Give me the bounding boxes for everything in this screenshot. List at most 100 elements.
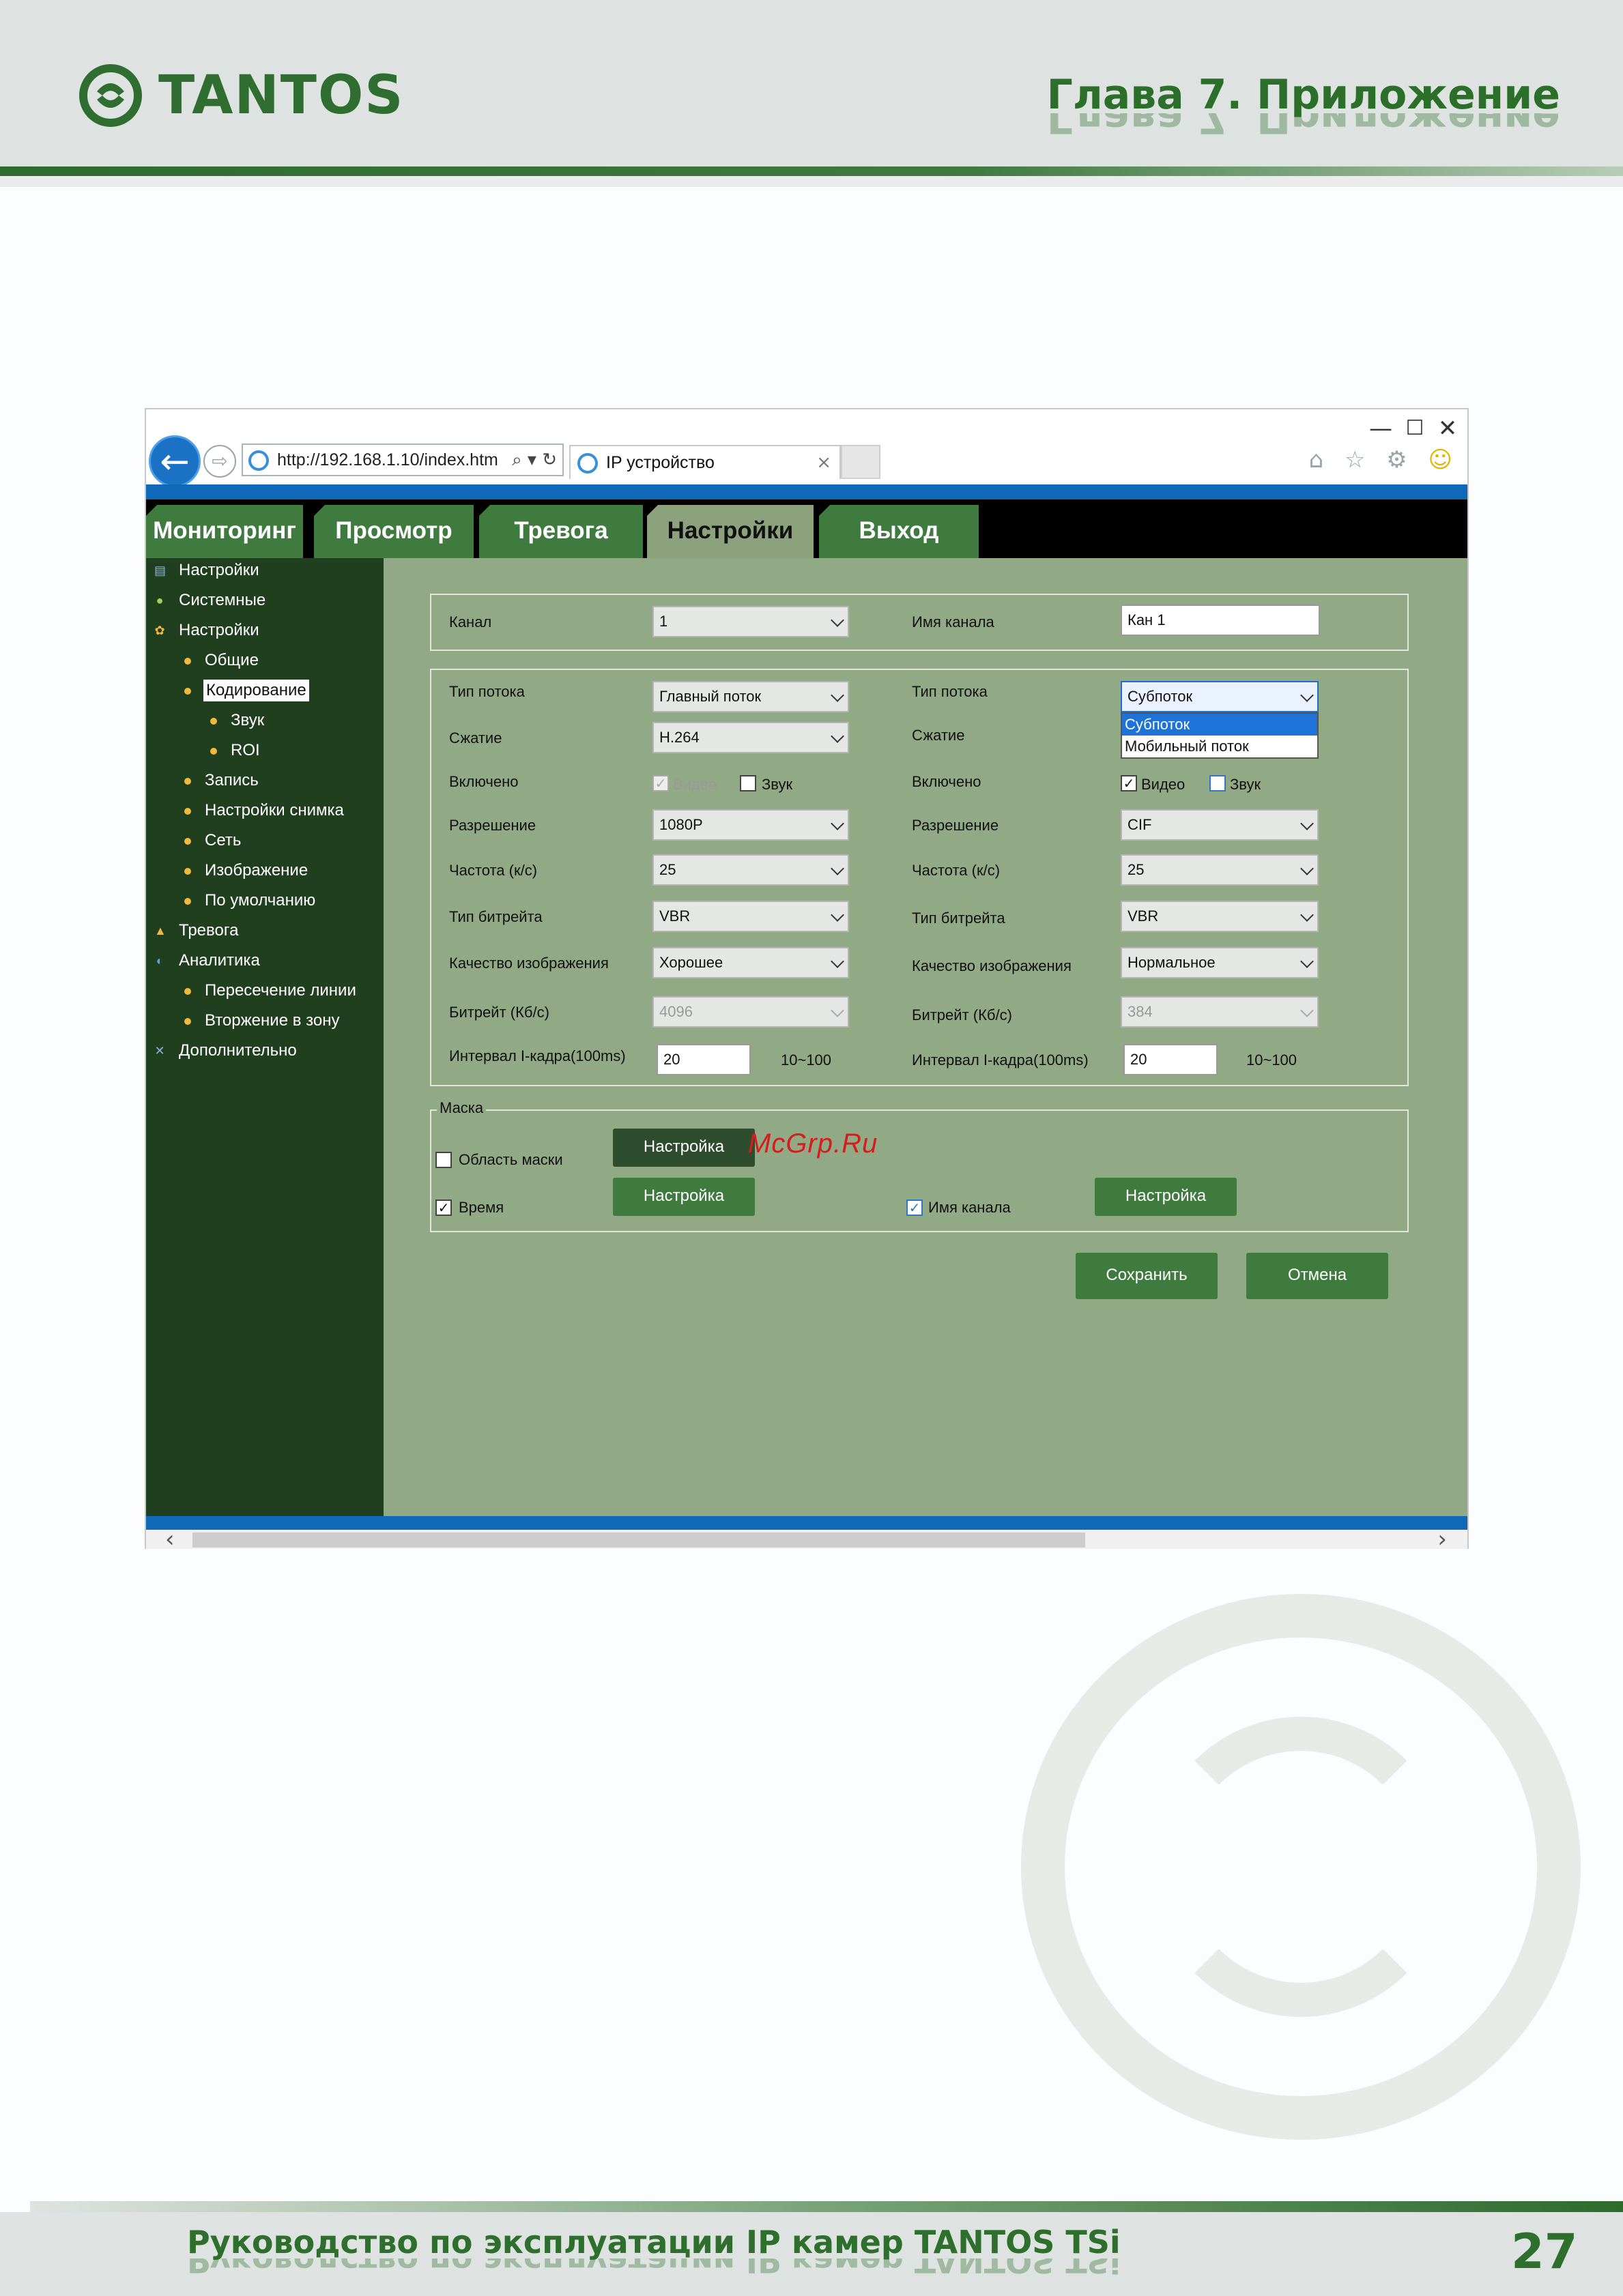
main-fps-select[interactable]: 25 xyxy=(652,854,849,886)
cancel-button[interactable]: Отмена xyxy=(1246,1253,1388,1299)
browser-tab[interactable]: IP устройство × xyxy=(569,445,841,479)
sidebar-item-settings[interactable]: Настройки xyxy=(179,620,259,641)
tantos-logo: TANTOS xyxy=(76,61,404,130)
main-bitrate-type-value: VBR xyxy=(659,907,691,925)
close-window-button[interactable]: ✕ xyxy=(1432,415,1463,442)
main-audio-checkbox[interactable] xyxy=(740,775,756,791)
ie-icon xyxy=(248,450,269,471)
channel-name-checkbox[interactable]: ✓ xyxy=(906,1200,923,1216)
dropdown-option-substream[interactable]: Субпоток xyxy=(1122,714,1317,736)
horizontal-scrollbar[interactable]: ‹ › xyxy=(146,1526,1467,1553)
bullet-icon xyxy=(184,1018,191,1025)
main-resolution-select[interactable]: 1080P xyxy=(652,809,849,841)
address-tools-icon[interactable]: ⌕ ▾ ↻ xyxy=(512,445,557,475)
sidebar-item-audio[interactable]: Звук xyxy=(231,710,264,731)
main-resolution-label: Разрешение xyxy=(449,817,536,834)
main-compression-label: Сжатие xyxy=(449,729,502,746)
scroll-left-icon[interactable]: ‹ xyxy=(165,1526,175,1553)
sub-quality-select[interactable]: Нормальное xyxy=(1121,947,1319,978)
smiley-icon[interactable]: ☺ xyxy=(1428,446,1459,474)
sub-iframe-input[interactable]: 20 xyxy=(1123,1044,1218,1075)
sidebar-item-defaults[interactable]: По умолчанию xyxy=(205,890,315,912)
tab-exit[interactable]: Выход xyxy=(819,505,979,558)
address-bar[interactable]: http://192.168.1.10/index.htm ⌕ ▾ ↻ xyxy=(242,444,564,476)
time-checkbox[interactable]: ✓ xyxy=(435,1200,452,1216)
settings-sidebar: ▤ Настройки ● Системные ✿ Настройки Общи… xyxy=(146,558,384,1516)
sidebar-item-network[interactable]: Сеть xyxy=(205,830,241,852)
minimize-button[interactable]: — xyxy=(1365,415,1396,442)
sub-resolution-label: Разрешение xyxy=(912,817,999,834)
sub-fps-select[interactable]: 25 xyxy=(1121,854,1319,886)
main-video-checkbox: ✓ xyxy=(652,775,669,791)
chevron-down-icon xyxy=(831,729,844,743)
sub-stream-type-select[interactable]: Субпоток xyxy=(1121,681,1319,712)
main-bitrate-type-select[interactable]: VBR xyxy=(652,901,849,932)
sub-compression-label: Сжатие xyxy=(912,727,965,744)
bullet-icon xyxy=(184,868,191,875)
maximize-button[interactable]: ☐ xyxy=(1399,415,1431,442)
sub-iframe-label: Интервал I-кадра(100ms) xyxy=(912,1051,1089,1069)
sidebar-item-image[interactable]: Изображение xyxy=(205,860,308,882)
sidebar-item-intrusion[interactable]: Вторжение в зону xyxy=(205,1010,339,1032)
footer-title: Руководство по эксплуатации IP камер TAN… xyxy=(187,2224,1121,2261)
channel-name-input[interactable]: Кан 1 xyxy=(1121,605,1320,636)
time-label: Время xyxy=(459,1199,504,1216)
sidebar-item-encoding[interactable]: Кодирование xyxy=(203,680,309,701)
chevron-down-icon xyxy=(1300,1004,1314,1017)
sidebar-item-line-crossing[interactable]: Пересечение линии xyxy=(205,980,356,1002)
sub-quality-value: Нормальное xyxy=(1128,954,1216,971)
tab-monitoring[interactable]: Мониторинг xyxy=(146,505,303,558)
time-setup-button[interactable]: Настройка xyxy=(613,1178,755,1216)
stream-type-dropdown: Субпоток Мобильный поток xyxy=(1121,712,1319,759)
tab-playback[interactable]: Просмотр xyxy=(314,505,474,558)
channel-select[interactable]: 1 xyxy=(652,606,849,637)
home-star-gear-icons[interactable]: ⌂ ☆ ⚙ xyxy=(1309,446,1414,474)
sidebar-item-analytics[interactable]: Аналитика xyxy=(179,950,260,972)
scrollbar-thumb[interactable] xyxy=(192,1532,1085,1547)
page-number: 27 xyxy=(1511,2224,1578,2280)
dropdown-option-mobile-stream[interactable]: Мобильный поток xyxy=(1122,736,1317,757)
save-button[interactable]: Сохранить xyxy=(1076,1253,1218,1299)
manual-page: TANTOS Глава 7. Приложение Глава 7. Прил… xyxy=(0,0,1623,2296)
sidebar-item-snapshot[interactable]: Настройки снимка xyxy=(205,800,344,822)
sub-stream-type-value: Субпоток xyxy=(1128,688,1193,705)
sidebar-item-general[interactable]: Общие xyxy=(205,650,259,671)
forward-button[interactable]: ⇨ xyxy=(203,445,236,478)
sidebar-item-roi[interactable]: ROI xyxy=(231,740,260,761)
main-iframe-input[interactable]: 20 xyxy=(657,1044,751,1075)
main-iframe-label: Интервал I-кадра(100ms) xyxy=(449,1047,626,1064)
tab-alarm[interactable]: Тревога xyxy=(479,505,643,558)
sidebar-item-alarm[interactable]: Тревога xyxy=(179,920,238,942)
main-quality-label: Качество изображения xyxy=(449,955,609,972)
sub-resolution-select[interactable]: CIF xyxy=(1121,809,1319,841)
main-compression-select[interactable]: H.264 xyxy=(652,722,849,753)
area-mask-checkbox[interactable] xyxy=(435,1152,452,1168)
new-tab-button[interactable] xyxy=(841,445,880,479)
sidebar-item-advanced[interactable]: Дополнительно xyxy=(179,1040,297,1062)
bullet-icon xyxy=(184,778,191,785)
sidebar-item-system[interactable]: Системные xyxy=(179,590,265,611)
tab-close-icon[interactable]: × xyxy=(816,446,831,479)
analytics-icon: ◐ xyxy=(156,954,164,968)
sidebar-item-record[interactable]: Запись xyxy=(205,770,259,791)
sub-bitrate-type-select[interactable]: VBR xyxy=(1121,901,1319,932)
main-quality-select[interactable]: Хорошее xyxy=(652,947,849,978)
browser-toolbar-icons: ⌂ ☆ ⚙ ☺ xyxy=(1309,446,1459,474)
sub-video-checkbox[interactable]: ✓ xyxy=(1121,775,1137,791)
channel-name-label: Имя канала xyxy=(912,613,994,630)
back-button[interactable]: ← xyxy=(149,435,201,487)
sub-audio-checkbox[interactable] xyxy=(1209,775,1226,791)
tab-settings[interactable]: Настройки xyxy=(647,505,814,558)
main-nav: Мониторинг Просмотр Тревога Настройки Вы… xyxy=(146,499,1467,558)
chevron-down-icon xyxy=(831,862,844,875)
channel-name-setup-button[interactable]: Настройка xyxy=(1095,1178,1237,1216)
area-mask-setup-button[interactable]: Настройка xyxy=(613,1129,755,1167)
chevron-down-icon xyxy=(1300,908,1314,922)
scroll-right-icon[interactable]: › xyxy=(1437,1526,1447,1553)
tantos-logo-mark xyxy=(79,64,142,127)
main-stream-type-select[interactable]: Главный поток xyxy=(652,681,849,712)
sub-enabled-label: Включено xyxy=(912,773,981,790)
main-iframe-range: 10~100 xyxy=(781,1051,832,1069)
sidebar-item-settings-root[interactable]: Настройки xyxy=(179,560,259,581)
tools-icon: ✕ xyxy=(154,1044,165,1058)
